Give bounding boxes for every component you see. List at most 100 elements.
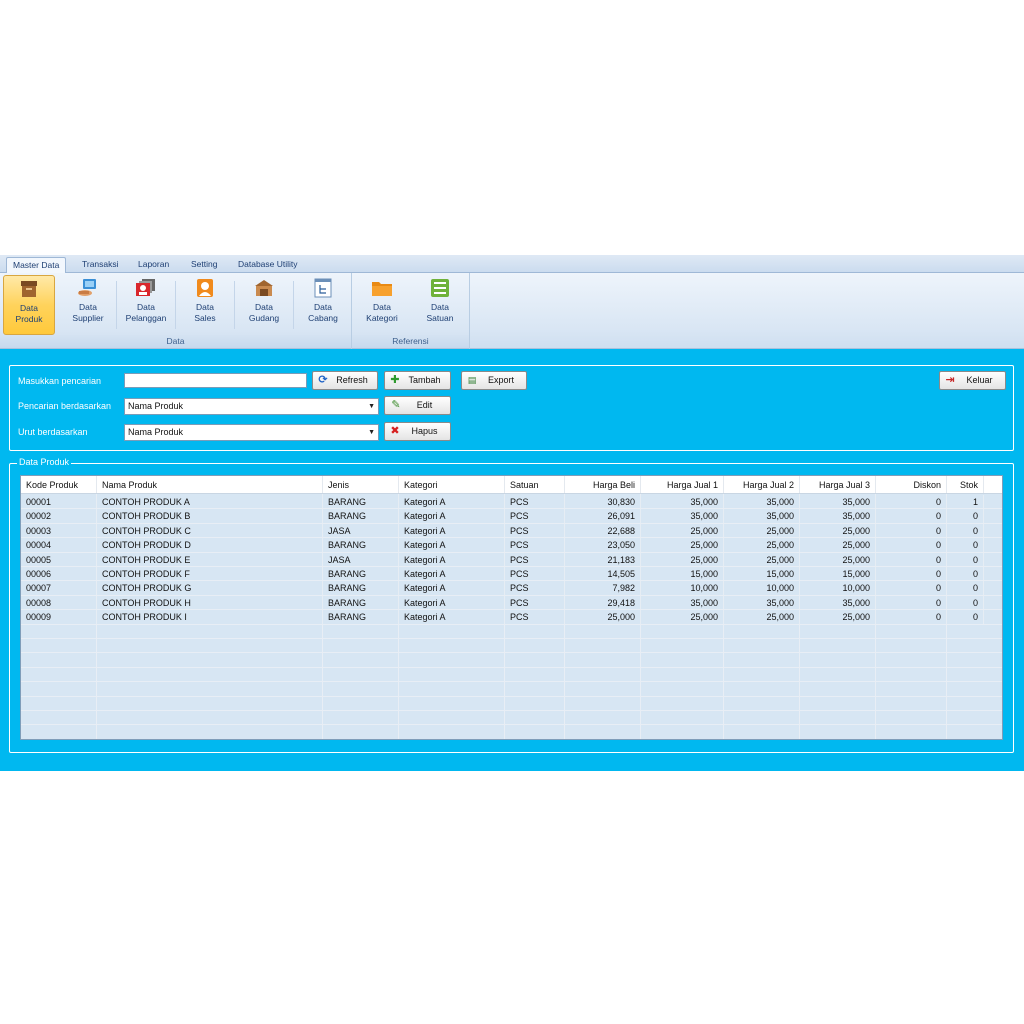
table-cell: 0 (947, 523, 984, 538)
refresh-button[interactable]: ⟳ Refresh (312, 371, 378, 390)
column-header[interactable]: Harga Jual 3 (800, 476, 876, 493)
tab-master-data[interactable]: Master Data (6, 257, 67, 274)
table-cell: CONTOH PRODUK D (97, 538, 323, 552)
search-by-select[interactable]: Nama Produk ▼ (124, 398, 379, 415)
edit-button-label: Edit (416, 400, 433, 410)
column-header[interactable]: Jenis (323, 476, 399, 493)
table-cell: CONTOH PRODUK F (97, 567, 323, 581)
table-cell: 0 (876, 523, 947, 538)
table-cell: 0 (947, 538, 984, 552)
ribbon-separator (175, 281, 176, 329)
table-cell: 0 (876, 595, 947, 610)
button-label-line1: Data (79, 302, 97, 312)
button-label-line1: Data (431, 302, 449, 312)
data-kategori-button[interactable]: Data Kategori (356, 275, 408, 335)
table-row[interactable]: 00009 CONTOH PRODUK I BARANG Kategori A PCS 2… (21, 610, 1002, 625)
data-sales-button[interactable]: Data Sales (179, 275, 231, 335)
table-cell: 35,000 (800, 495, 876, 509)
search-input[interactable] (124, 373, 307, 388)
table-cell: 25,000 (724, 552, 800, 566)
table-cell: 0 (947, 595, 984, 610)
table-cell: 00008 (21, 595, 97, 610)
table-row[interactable]: 00005 CONTOH PRODUK E JASA Kategori A PCS 21,… (21, 552, 1002, 567)
tab-setting[interactable]: Setting (185, 257, 223, 273)
ribbon-separator (293, 281, 294, 329)
column-header[interactable]: Stok (947, 476, 984, 493)
data-gudang-button[interactable]: Data Gudang (238, 275, 290, 335)
table-cell: 00002 (21, 509, 97, 523)
table-cell: BARANG (323, 567, 399, 581)
sort-by-label: Urut berdasarkan (18, 427, 88, 437)
table-cell: 21,183 (565, 552, 641, 566)
table-cell: CONTOH PRODUK B (97, 509, 323, 523)
customer-card-icon (136, 279, 155, 296)
table-cell: 35,000 (800, 595, 876, 610)
table-cell: 25,000 (800, 538, 876, 552)
search-by-value: Nama Produk (128, 401, 184, 411)
data-cabang-button[interactable]: Data Cabang (297, 275, 349, 335)
table-cell: BARANG (323, 581, 399, 595)
product-table[interactable]: Kode Produk Nama Produk Jenis Kategori Satua… (20, 475, 1003, 740)
table-row[interactable]: 00002 CONTOH PRODUK B BARANG Kategori A PCS 2… (21, 509, 1002, 524)
tambah-button[interactable]: ✚ Tambah (384, 371, 451, 390)
column-header[interactable]: Kategori (399, 476, 505, 493)
export-button[interactable]: ▤ Export (461, 371, 527, 390)
table-cell: 15,000 (800, 567, 876, 581)
table-cell: 00006 (21, 567, 97, 581)
table-row[interactable]: 00006 CONTOH PRODUK F BARANG Kategori A PCS 1… (21, 567, 1002, 582)
edit-button[interactable]: ✎ Edit (384, 396, 451, 415)
table-cell: 0 (876, 538, 947, 552)
tab-laporan[interactable]: Laporan (132, 257, 175, 273)
refresh-button-label: Refresh (336, 375, 368, 385)
table-cell: 25,000 (565, 610, 641, 624)
data-produk-button[interactable]: Data Produk (3, 275, 55, 335)
tab-database-utility[interactable]: Database Utility (232, 257, 304, 273)
ribbon-group-label: Referensi (352, 335, 469, 348)
table-cell: 0 (876, 552, 947, 566)
table-cell: JASA (323, 523, 399, 538)
button-label-line2: Sales (194, 313, 216, 323)
column-header[interactable]: Kode Produk (21, 476, 97, 493)
table-cell: Kategori A (399, 523, 505, 538)
column-header[interactable]: Diskon (876, 476, 947, 493)
hapus-button[interactable]: ✖ Hapus (384, 422, 451, 441)
table-cell: 10,000 (724, 581, 800, 595)
column-header[interactable]: Harga Jual 2 (724, 476, 800, 493)
table-cell: Kategori A (399, 552, 505, 566)
button-label-line2: Satuan (426, 313, 454, 323)
table-cell: 25,000 (724, 538, 800, 552)
table-cell: BARANG (323, 595, 399, 610)
column-header[interactable]: Harga Jual 1 (641, 476, 724, 493)
table-cell: PCS (505, 523, 565, 538)
table-cell: 0 (947, 552, 984, 566)
pencil-icon: ✎ (391, 399, 401, 411)
table-row[interactable]: 00001 CONTOH PRODUK A BARANG Kategori A PCS 3… (21, 495, 1002, 510)
grid-line (21, 666, 1002, 668)
grid-line (21, 695, 1002, 697)
table-row[interactable]: 00003 CONTOH PRODUK C JASA Kategori A PCS 22,… (21, 523, 1002, 539)
table-row[interactable]: 00007 CONTOH PRODUK G BARANG Kategori A PCS 7… (21, 581, 1002, 596)
chevron-down-icon: ▼ (368, 429, 375, 436)
search-by-label: Pencarian berdasarkan (18, 401, 112, 411)
ribbon-separator (116, 281, 117, 329)
button-label-line2: Supplier (72, 313, 104, 323)
grid-line (21, 681, 1002, 683)
table-row[interactable]: 00008 CONTOH PRODUK H BARANG Kategori A PCS 2… (21, 595, 1002, 611)
table-row[interactable]: 00004 CONTOH PRODUK D BARANG Kategori A PCS 2… (21, 538, 1002, 553)
column-header[interactable]: Harga Beli (565, 476, 641, 493)
data-pelanggan-button[interactable]: Data Pelanggan (120, 275, 172, 335)
table-cell: 22,688 (565, 523, 641, 538)
table-cell: 25,000 (800, 610, 876, 624)
data-satuan-button[interactable]: Data Satuan (414, 275, 466, 335)
column-header[interactable]: Nama Produk (97, 476, 323, 493)
table-cell: 25,000 (641, 610, 724, 624)
tab-transaksi[interactable]: Transaksi (76, 257, 125, 273)
sort-by-select[interactable]: Nama Produk ▼ (124, 424, 379, 441)
keluar-button[interactable]: ⇥ Keluar (939, 371, 1006, 390)
table-cell: 30,830 (565, 495, 641, 509)
table-cell: 0 (876, 567, 947, 581)
column-header[interactable]: Satuan (505, 476, 565, 493)
table-cell: 00009 (21, 610, 97, 624)
data-supplier-button[interactable]: Data Supplier (62, 275, 114, 335)
table-cell: 25,000 (800, 552, 876, 566)
